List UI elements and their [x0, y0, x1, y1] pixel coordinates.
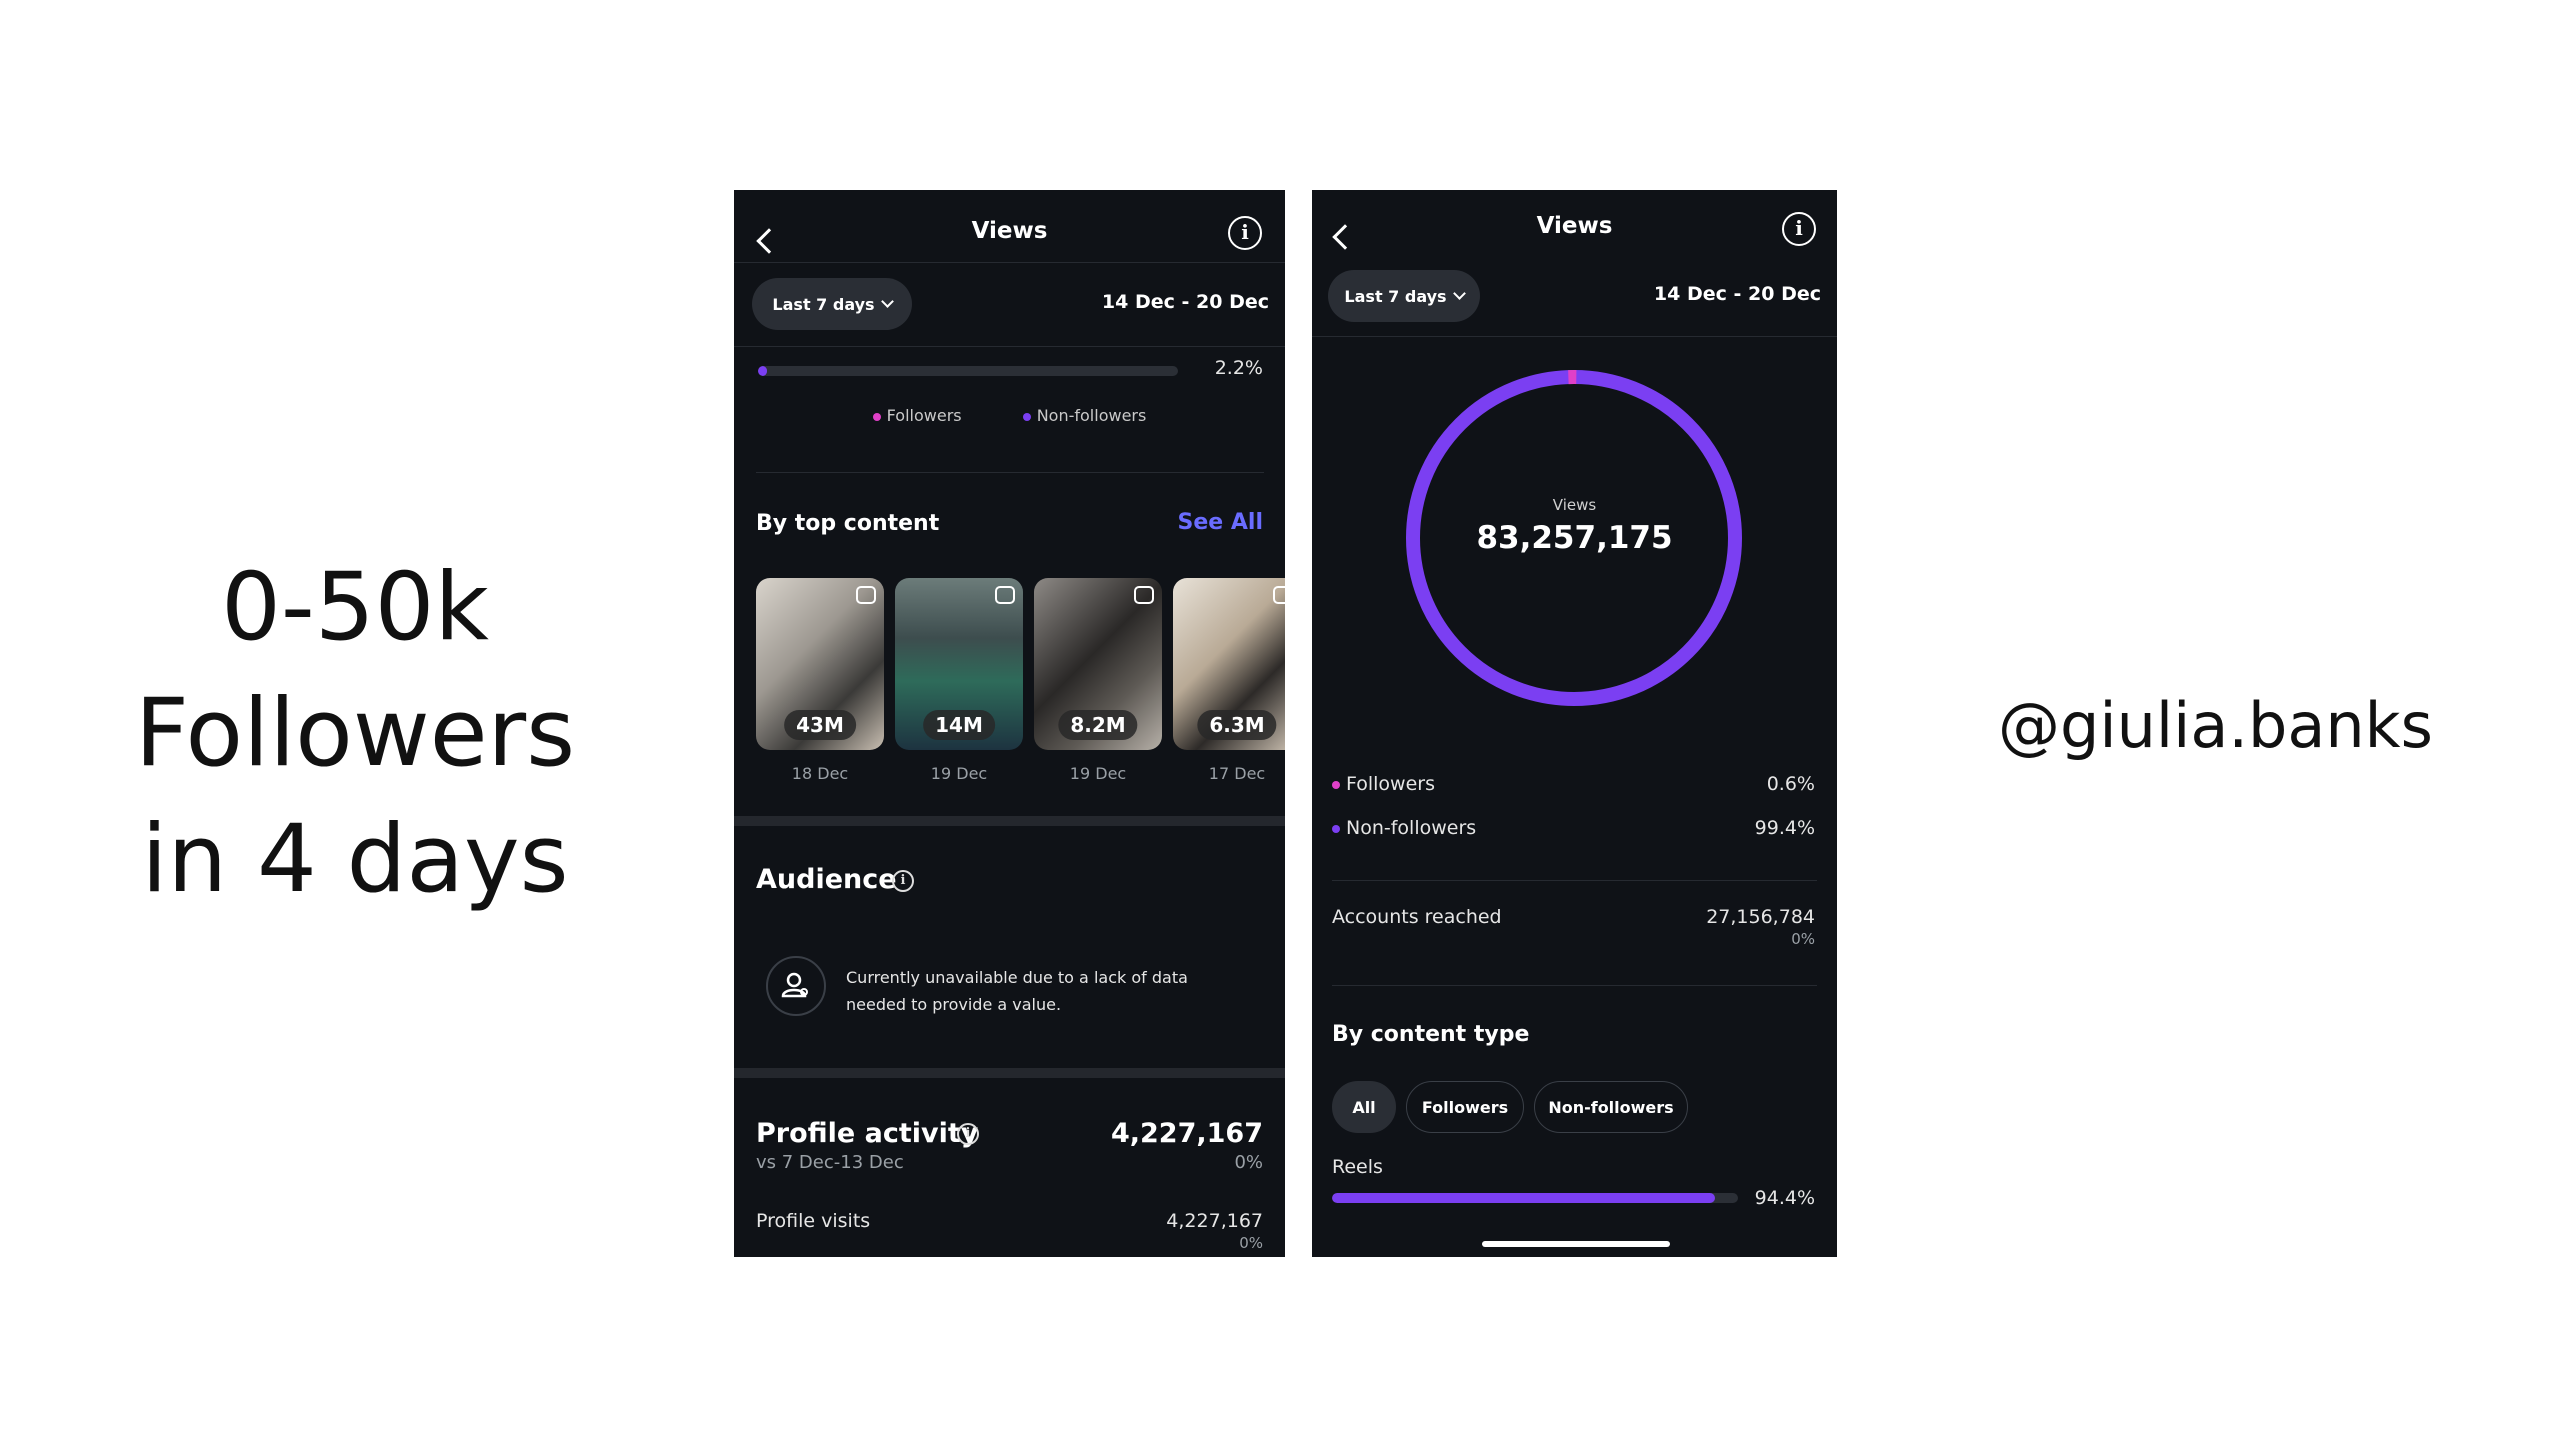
divider: [1312, 336, 1837, 337]
date-filter-button[interactable]: Last 7 days: [752, 278, 912, 330]
date-range: 14 Dec - 20 Dec: [1653, 283, 1821, 305]
followers-dot: [872, 412, 881, 421]
left-screenshot: Views i Last 7 days 14 Dec - 20 Dec 2.2%…: [734, 190, 1285, 1257]
info-icon[interactable]: i: [957, 1123, 979, 1145]
profile-activity-title: Profile activity: [756, 1118, 979, 1149]
page-title: Views: [1536, 213, 1613, 239]
chip-non-followers[interactable]: Non-followers: [1534, 1081, 1688, 1133]
date-filter-button[interactable]: Last 7 days: [1328, 270, 1480, 322]
top-content-thumbnail[interactable]: 6.3M: [1173, 578, 1285, 750]
headline-line-2: Followers: [134, 679, 576, 788]
accounts-reached-label: Accounts reached: [1332, 906, 1502, 928]
section-divider: [734, 1068, 1285, 1078]
chip-followers[interactable]: Followers: [1406, 1081, 1524, 1133]
top-content-thumbnail[interactable]: 8.2M: [1034, 578, 1162, 750]
donut-label: Views: [1552, 496, 1597, 514]
date-filter-label: Last 7 days: [772, 294, 875, 314]
profile-activity-change: 0%: [1234, 1152, 1263, 1173]
reels-value: 94.4%: [1754, 1187, 1815, 1209]
info-icon[interactable]: i: [892, 870, 914, 892]
thumbnail-date: 19 Dec: [930, 764, 988, 783]
divider: [1332, 880, 1817, 881]
date-filter-label: Last 7 days: [1344, 286, 1447, 306]
followers-split-fill: [758, 366, 768, 376]
audience-unavailable-message: Currently unavailable due to a lack of d…: [846, 968, 1188, 1014]
headline: 0-50k Followers in 4 days: [100, 545, 610, 923]
see-all-link[interactable]: See All: [1178, 510, 1263, 535]
creator-handle: @giulia.banks: [1998, 689, 2433, 762]
breakdown-followers-value: 0.6%: [1766, 773, 1815, 795]
view-count-badge: 43M: [784, 710, 856, 740]
info-icon[interactable]: i: [1228, 216, 1262, 250]
home-indicator: [1482, 1241, 1670, 1247]
headline-line-3: in 4 days: [141, 805, 569, 914]
top-content-title: By top content: [756, 511, 940, 536]
legend: Followers Non-followers: [734, 406, 1285, 425]
reels-bar-fill: [1332, 1193, 1716, 1203]
top-content-thumbnail[interactable]: 43M: [756, 578, 884, 750]
section-divider: [734, 816, 1285, 826]
breakdown-non-followers-value: 99.4%: [1754, 817, 1815, 839]
audience-title: Audience: [756, 864, 897, 895]
profile-activity-value: 4,227,167: [1110, 1118, 1263, 1149]
content-type-title: By content type: [1332, 1022, 1530, 1047]
divider: [756, 472, 1264, 473]
followers-dot: [1332, 780, 1340, 789]
donut-total-views: 83,257,175: [1476, 520, 1673, 556]
view-count-badge: 6.3M: [1197, 710, 1277, 740]
view-count-badge: 8.2M: [1058, 710, 1138, 740]
reel-icon: [856, 586, 876, 604]
profile-visits-value: 4,227,167: [1166, 1210, 1263, 1232]
profile-activity-comparison: vs 7 Dec-13 Dec: [756, 1152, 904, 1173]
info-icon[interactable]: i: [1782, 212, 1816, 246]
thumbnail-date: 18 Dec: [791, 764, 849, 783]
breakdown-non-followers-label: Non-followers: [1332, 817, 1476, 839]
reels-bar: [1332, 1193, 1738, 1203]
breakdown-followers-label: Followers: [1332, 773, 1435, 795]
legend-followers: Followers: [872, 406, 962, 425]
accounts-reached-value: 27,156,784: [1706, 906, 1815, 928]
chevron-down-icon: [1452, 287, 1466, 300]
profile-visits-change: 0%: [1239, 1234, 1263, 1252]
audience-icon: [766, 956, 826, 1016]
non-followers-dot: [1022, 412, 1031, 421]
headline-line-1: 0-50k: [221, 553, 489, 662]
right-screenshot: Views i Last 7 days 14 Dec - 20 Dec View…: [1312, 190, 1837, 1257]
legend-non-followers: Non-followers: [1022, 406, 1146, 425]
non-followers-dot: [1332, 824, 1340, 833]
chip-all[interactable]: All: [1332, 1081, 1396, 1133]
profile-visits-label: Profile visits: [756, 1210, 871, 1232]
reels-label: Reels: [1332, 1156, 1383, 1178]
top-content-thumbnail[interactable]: 14M: [895, 578, 1023, 750]
followers-split-pct: 2.2%: [1214, 357, 1263, 379]
divider: [734, 262, 1285, 263]
thumbnail-date: 19 Dec: [1069, 764, 1127, 783]
view-count-badge: 14M: [923, 710, 995, 740]
reel-icon: [995, 586, 1015, 604]
date-range: 14 Dec - 20 Dec: [1101, 291, 1269, 313]
accounts-reached-change: 0%: [1791, 930, 1815, 948]
page-title: Views: [971, 218, 1048, 244]
divider: [734, 346, 1285, 347]
reel-icon: [1273, 586, 1285, 604]
thumbnail-date: 17 Dec: [1208, 764, 1266, 783]
reel-icon: [1134, 586, 1154, 604]
divider: [1332, 985, 1817, 986]
followers-split-bar: [758, 366, 1178, 376]
chevron-down-icon: [880, 295, 894, 308]
